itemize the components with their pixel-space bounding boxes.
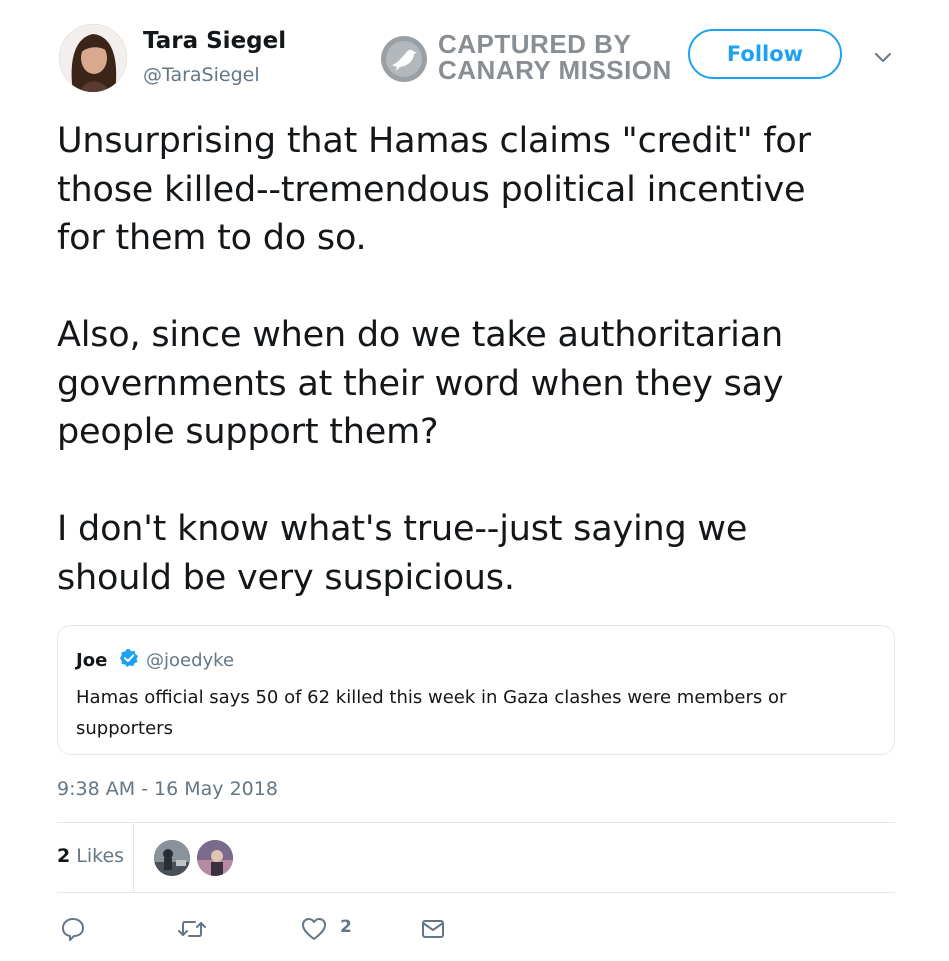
quoted-author-handle: @joedyke (146, 650, 235, 671)
quoted-tweet[interactable]: Joe @joedyke Hamas official says 50 of 6… (57, 625, 895, 755)
likes-count: 2 (57, 845, 71, 867)
canary-mission-watermark: CAPTURED BY CANARY MISSION (380, 31, 680, 87)
author-avatar[interactable] (59, 24, 127, 92)
heart-icon[interactable] (300, 915, 328, 943)
author-name[interactable]: Tara Siegel (143, 28, 286, 54)
quoted-tweet-text: Hamas official says 50 of 62 killed this… (76, 687, 787, 739)
vertical-divider (133, 823, 134, 892)
reply-icon[interactable] (60, 915, 86, 943)
like-action-count: 2 (340, 917, 352, 937)
divider (57, 892, 895, 893)
verified-badge-icon (119, 648, 139, 668)
likes-label: Likes (76, 845, 125, 867)
tweet-timestamp[interactable]: 9:38 AM - 16 May 2018 (57, 778, 278, 800)
retweet-icon[interactable] (176, 915, 208, 943)
watermark-text: CAPTURED BY CANARY MISSION (438, 31, 672, 83)
likes-stat[interactable]: 2 Likes (57, 845, 124, 867)
avatar-image (59, 24, 127, 92)
tweet-text: Unsurprising that Hamas claims "credit" … (57, 121, 811, 598)
watermark-line-1: CAPTURED BY (438, 29, 632, 59)
watermark-line-2: CANARY MISSION (438, 55, 672, 85)
divider (57, 822, 895, 823)
canary-logo-icon (380, 35, 428, 83)
envelope-icon[interactable] (420, 915, 446, 943)
follow-button[interactable]: Follow (688, 29, 842, 79)
quoted-author-name: Joe (76, 650, 108, 671)
liker-avatar[interactable] (197, 840, 233, 876)
liker-avatar[interactable] (154, 840, 190, 876)
caret-down-icon[interactable] (872, 48, 894, 66)
author-handle[interactable]: @TaraSiegel (143, 64, 260, 86)
